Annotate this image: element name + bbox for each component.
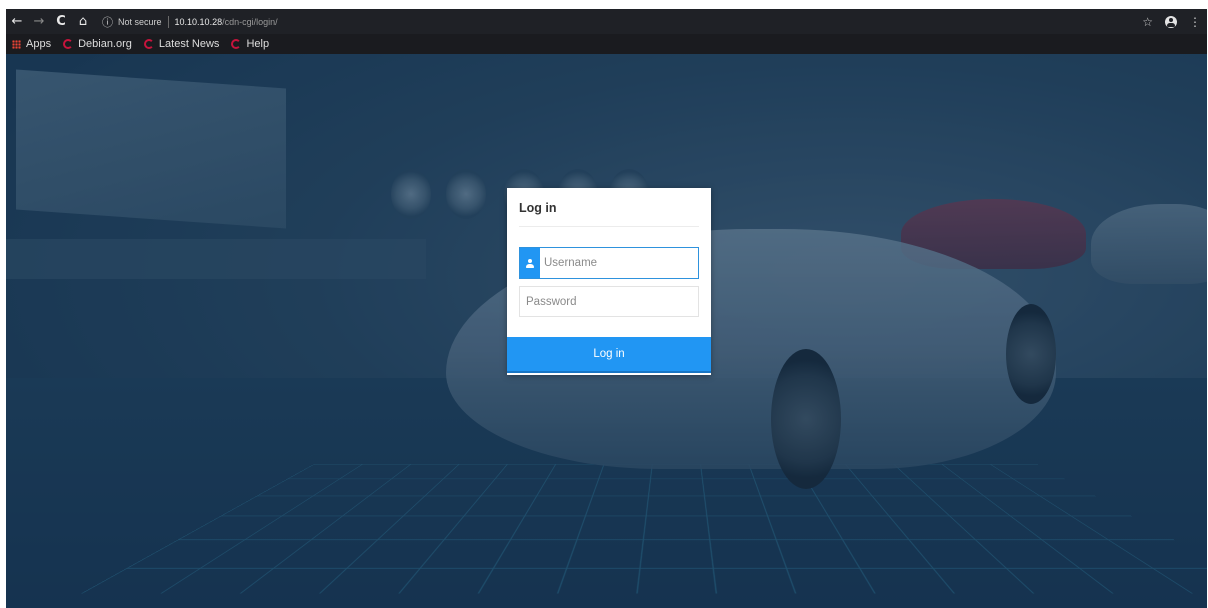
title-divider xyxy=(519,226,699,227)
user-addon xyxy=(520,248,540,278)
bookmark-label: Latest News xyxy=(158,38,220,50)
home-icon[interactable]: ⌂ xyxy=(72,14,94,29)
security-label: Not secure xyxy=(118,16,162,27)
bookmark-latest-news[interactable]: Latest News xyxy=(143,38,220,50)
login-button[interactable]: Log in xyxy=(507,337,711,373)
browser-toolbar: ← → C ⌂ ⓘ Not secure 10.10.10.28/cdn-cgi… xyxy=(6,9,1207,34)
reload-icon[interactable]: C xyxy=(50,14,72,29)
bookmark-label: Debian.org xyxy=(78,38,132,50)
debian-icon xyxy=(63,39,74,49)
back-icon[interactable]: ← xyxy=(6,14,28,29)
apps-icon xyxy=(12,39,21,49)
menu-icon[interactable]: ⋮ xyxy=(1189,15,1201,29)
url-path: /cdn-cgi/login/ xyxy=(222,16,278,27)
user-icon xyxy=(526,258,534,268)
username-input[interactable] xyxy=(540,248,698,278)
url-host: 10.10.10.28 xyxy=(174,16,223,27)
login-title: Log in xyxy=(519,201,557,215)
bookmark-star-icon[interactable]: ☆ xyxy=(1142,15,1153,29)
login-card: Log in Log in xyxy=(507,188,711,375)
forward-icon[interactable]: → xyxy=(28,14,50,29)
info-icon[interactable]: ⓘ xyxy=(102,14,113,30)
debian-icon xyxy=(143,39,154,49)
toolbar-right: ☆ ⋮ xyxy=(1142,15,1207,29)
address-separator xyxy=(167,15,169,28)
bookmark-help[interactable]: Help xyxy=(231,38,269,50)
debian-icon xyxy=(231,39,242,49)
address-bar[interactable]: ⓘ Not secure 10.10.10.28/cdn-cgi/login/ xyxy=(102,14,278,30)
username-group xyxy=(519,247,699,279)
account-icon[interactable] xyxy=(1165,15,1177,28)
bookmark-apps[interactable]: Apps xyxy=(12,38,51,50)
bookmark-label: Help xyxy=(246,38,270,50)
browser-window: ← → C ⌂ ⓘ Not secure 10.10.10.28/cdn-cgi… xyxy=(6,9,1207,608)
password-input[interactable] xyxy=(519,286,699,317)
bookmark-label: Apps xyxy=(26,38,52,50)
bookmarks-bar: Apps Debian.org Latest News Help xyxy=(6,34,1207,54)
bookmark-debian[interactable]: Debian.org xyxy=(63,38,132,50)
